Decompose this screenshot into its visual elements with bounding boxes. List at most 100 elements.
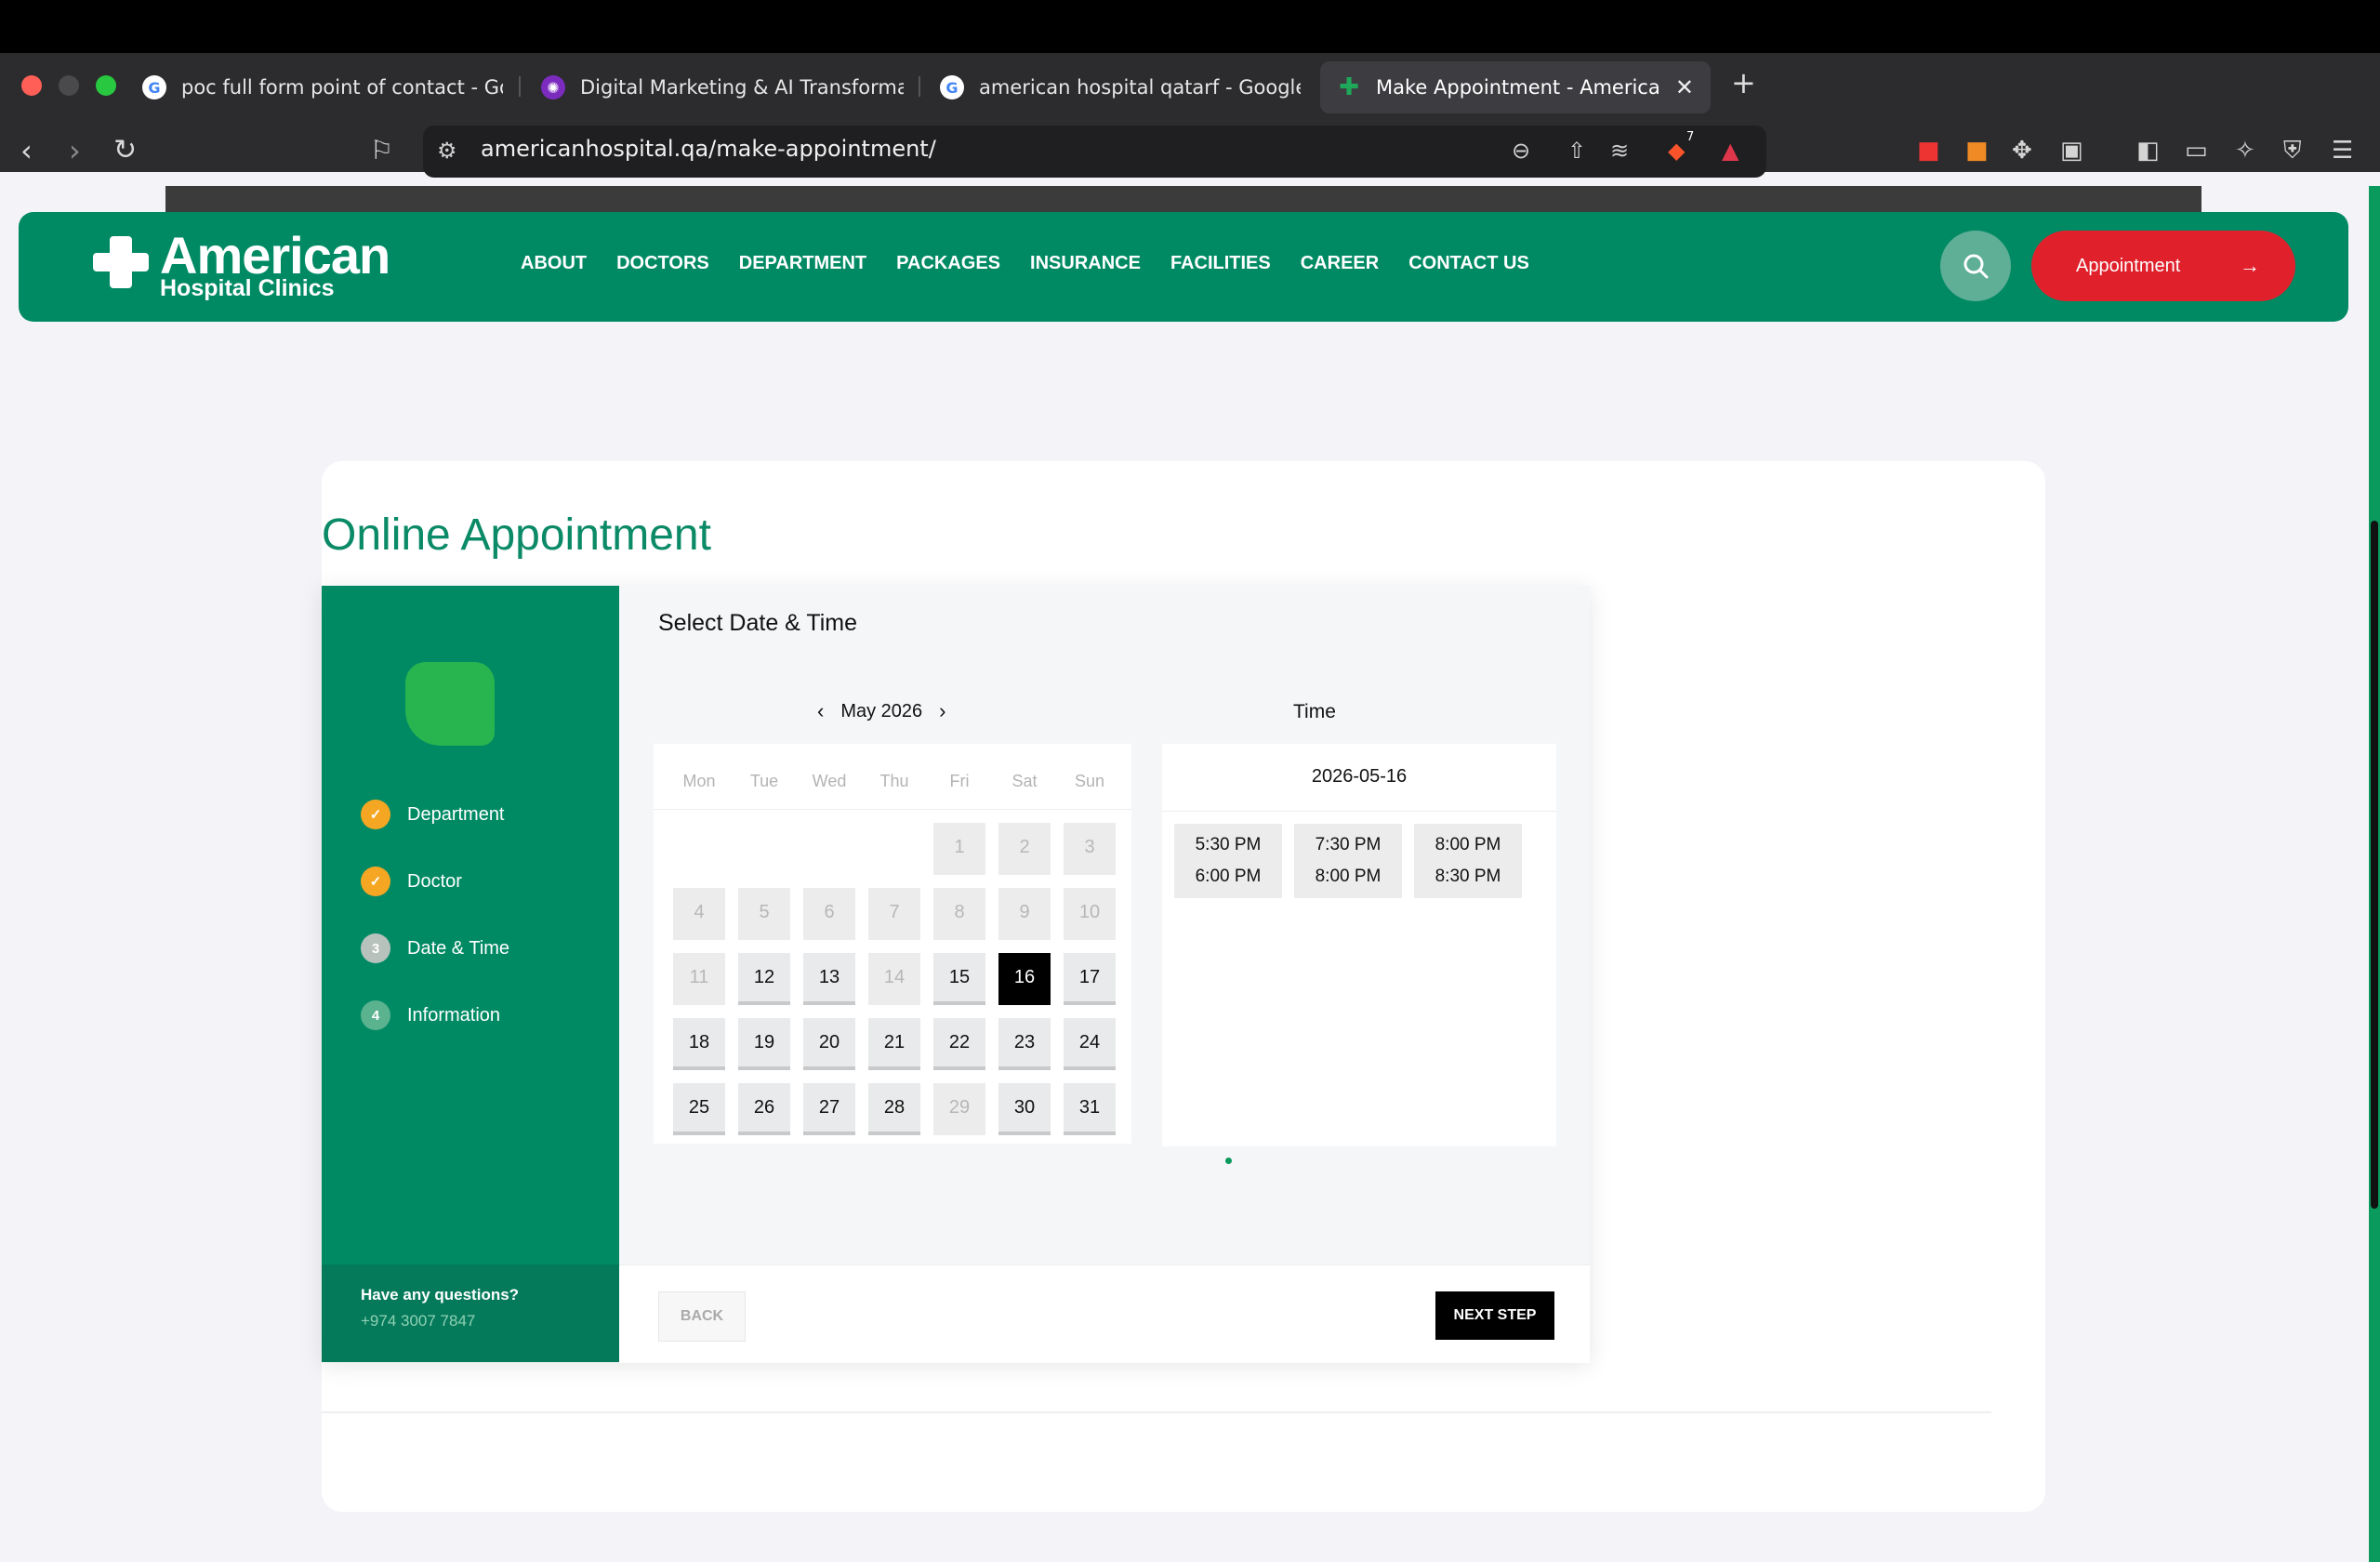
calendar-day[interactable]: 18	[673, 1018, 725, 1070]
sidebar-icon[interactable]: ◧	[2136, 137, 2160, 165]
tab-poc[interactable]: G poc full form point of contact - Goo	[142, 61, 503, 113]
calendar-day: 11	[673, 953, 725, 1005]
nav-career[interactable]: CAREER	[1301, 253, 1379, 274]
wizard-header: Select Date & Time	[619, 586, 1590, 665]
calendar-day[interactable]: 15	[933, 953, 985, 1005]
calendar-day: 4	[673, 888, 725, 940]
time-slot[interactable]: 7:30 PM 8:00 PM	[1294, 824, 1402, 898]
wizard-footer: BACK NEXT STEP	[619, 1264, 1590, 1363]
calendar-day[interactable]: 20	[803, 1018, 855, 1070]
calendar-day[interactable]: 30	[998, 1083, 1051, 1135]
weekday-label: Tue	[749, 772, 779, 790]
calendar-day[interactable]: 24	[1064, 1018, 1116, 1070]
reader-icon[interactable]: ▣	[2060, 137, 2083, 165]
step-label: Department	[407, 803, 505, 825]
weekday-label: Thu	[879, 772, 909, 790]
tab-title: poc full form point of contact - Goo	[181, 76, 503, 99]
nav-about[interactable]: ABOUT	[521, 253, 587, 274]
calendar-day[interactable]: 26	[738, 1083, 790, 1135]
step-doctor[interactable]: ✓ Doctor	[361, 867, 462, 896]
nav-insurance[interactable]: INSURANCE	[1030, 253, 1141, 274]
time-slot[interactable]: 5:30 PM 6:00 PM	[1174, 824, 1282, 898]
tab-american-hospital-search[interactable]: G american hospital qatarf - Google S	[940, 61, 1301, 113]
page-title: Online Appointment	[322, 510, 711, 560]
forward-arrow-icon[interactable]: ›	[69, 132, 81, 169]
extensions-puzzle-icon[interactable]: ✥	[2012, 137, 2032, 165]
step-label: Date & Time	[407, 937, 510, 959]
time-slot[interactable]: 8:00 PM 8:30 PM	[1414, 824, 1522, 898]
appointment-button[interactable]: Appointment →	[2031, 231, 2295, 301]
next-step-button[interactable]: NEXT STEP	[1435, 1291, 1554, 1340]
tab-digital-marketing[interactable]: ✺ Digital Marketing & AI Transformati	[541, 61, 904, 113]
weekday-label: Fri	[949, 772, 970, 790]
step-label: Doctor	[407, 870, 462, 892]
wizard-sidebar: ✓ Department ✓ Doctor 3 Date & Time 4 In…	[322, 586, 619, 1362]
share-icon[interactable]: ⇧	[1567, 138, 1586, 164]
nav-packages[interactable]: PACKAGES	[896, 253, 1000, 274]
search-button[interactable]	[1940, 231, 2011, 301]
extension-red-icon[interactable]: ■	[1917, 137, 1940, 165]
calendar-day[interactable]: 28	[868, 1083, 920, 1135]
minimize-window-button[interactable]	[59, 75, 79, 96]
site-settings-icon[interactable]: ⚙	[437, 138, 457, 164]
close-window-button[interactable]	[21, 75, 42, 96]
wallet-icon[interactable]: ▭	[2185, 137, 2208, 165]
calendar-day[interactable]: 25	[673, 1083, 725, 1135]
calendar-day[interactable]: 19	[738, 1018, 790, 1070]
calendar-day[interactable]: 16	[998, 953, 1051, 1005]
weekday-label: Wed	[812, 772, 847, 790]
calendar-day: 29	[933, 1083, 985, 1135]
next-month-icon[interactable]: ›	[922, 699, 962, 723]
new-tab-icon[interactable]: +	[1731, 65, 1756, 100]
leo-ai-icon[interactable]: ✧	[2235, 137, 2255, 165]
extension-orange-icon[interactable]: ■	[1965, 137, 1989, 165]
weekday-label: Sun	[1074, 772, 1105, 790]
url-text[interactable]: americanhospital.qa/make-appointment/	[481, 136, 936, 162]
calendar-day: 10	[1064, 888, 1116, 940]
calendar-day[interactable]: 27	[803, 1083, 855, 1135]
back-arrow-icon[interactable]: ‹	[20, 132, 33, 169]
nav-facilities[interactable]: FACILITIES	[1170, 253, 1271, 274]
calendar-day: 7	[868, 888, 920, 940]
maximize-window-button[interactable]	[96, 75, 116, 96]
nav-department[interactable]: DEPARTMENT	[739, 253, 866, 274]
questions-label: Have any questions?	[361, 1286, 520, 1304]
bookmark-icon[interactable]: ⚐	[370, 132, 393, 169]
calendar-day[interactable]: 23	[998, 1018, 1051, 1070]
vpn-shield-icon[interactable]: ⛨	[2283, 137, 2302, 165]
google-icon: G	[940, 75, 964, 99]
close-tab-icon[interactable]: ✕	[1659, 74, 1694, 100]
back-button[interactable]: BACK	[658, 1291, 746, 1342]
nav-contact-us[interactable]: CONTACT US	[1408, 253, 1529, 274]
menu-icon[interactable]: ☰	[2332, 137, 2353, 165]
zoom-icon[interactable]: ⊖	[1512, 138, 1530, 164]
rss-icon[interactable]: ≋	[1610, 138, 1629, 164]
slot-end: 6:00 PM	[1195, 867, 1262, 886]
arrow-right-icon: →	[2240, 254, 2260, 277]
calendar-day: 1	[933, 823, 985, 875]
step-date-time[interactable]: 3 Date & Time	[361, 933, 509, 963]
divider	[654, 809, 1131, 810]
calendar-grid: Mon Tue Wed Thu Fri Sat Sun 1 2 3 4 5 6 7 8 9 10 11 12 13 14…	[654, 744, 1131, 1144]
phone-number[interactable]: +974 3007 7847	[361, 1312, 475, 1330]
main-nav: ABOUT DOCTORS DEPARTMENT PACKAGES INSURA…	[521, 253, 1559, 274]
wizard-body: ‹ May 2026 › Mon Tue Wed Thu Fri Sat Sun 1 2 3 4 5 6…	[619, 664, 1590, 1264]
scrollbar-thumb[interactable]	[2371, 521, 2378, 1209]
nav-doctors[interactable]: DOCTORS	[616, 253, 709, 274]
calendar-day[interactable]: 12	[738, 953, 790, 1005]
brave-rewards-icon[interactable]: ▲	[1722, 138, 1739, 164]
time-label: Time	[1293, 701, 1336, 722]
brave-shields-icon[interactable]: ◆	[1668, 138, 1685, 164]
step-number: 3	[361, 933, 390, 963]
prev-month-icon[interactable]: ‹	[800, 699, 840, 723]
calendar-day[interactable]: 22	[933, 1018, 985, 1070]
calendar-day[interactable]: 17	[1064, 953, 1116, 1005]
reload-icon[interactable]: ↻	[113, 132, 137, 169]
calendar-day[interactable]: 21	[868, 1018, 920, 1070]
calendar-day[interactable]: 13	[803, 953, 855, 1005]
calendar-day[interactable]: 31	[1064, 1083, 1116, 1135]
step-information[interactable]: 4 Information	[361, 1000, 500, 1030]
step-department[interactable]: ✓ Department	[361, 800, 505, 829]
logo-subtitle[interactable]: Hospital Clinics	[160, 275, 335, 302]
tab-make-appointment[interactable]: ✚ Make Appointment - American ✕	[1320, 61, 1711, 113]
